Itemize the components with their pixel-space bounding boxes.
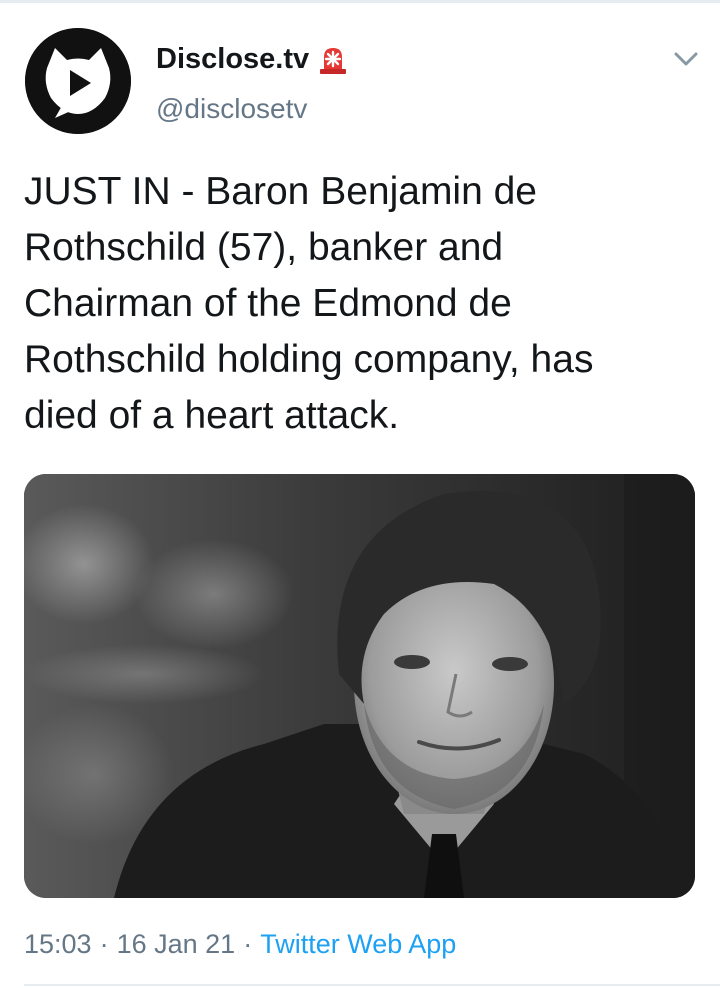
- portrait-photo: [24, 474, 695, 898]
- tweet-time[interactable]: 15:03: [24, 926, 92, 962]
- meta-separator: ·: [99, 929, 109, 959]
- top-divider: [0, 0, 720, 3]
- chevron-down-icon[interactable]: [668, 44, 704, 74]
- tweet-source-link[interactable]: Twitter Web App: [260, 926, 456, 962]
- tweet-meta: 15:03 · 16 Jan 21 · Twitter Web App: [24, 926, 456, 962]
- tweet-photo[interactable]: [24, 474, 695, 898]
- author-handle[interactable]: @disclosetv: [156, 92, 307, 126]
- bottom-divider: [24, 984, 720, 986]
- meta-separator-2: ·: [243, 929, 253, 959]
- play-cat-logo-icon: [25, 28, 131, 134]
- author-display-name[interactable]: Disclose.tv: [156, 42, 349, 76]
- avatar[interactable]: [25, 28, 131, 134]
- author-name-text[interactable]: Disclose.tv: [156, 42, 309, 76]
- tweet-text: JUST IN - Baron Benjamin de Rothschild (…: [24, 170, 594, 437]
- tweet-date[interactable]: 16 Jan 21: [117, 926, 236, 962]
- siren-emoji-icon: [317, 43, 349, 75]
